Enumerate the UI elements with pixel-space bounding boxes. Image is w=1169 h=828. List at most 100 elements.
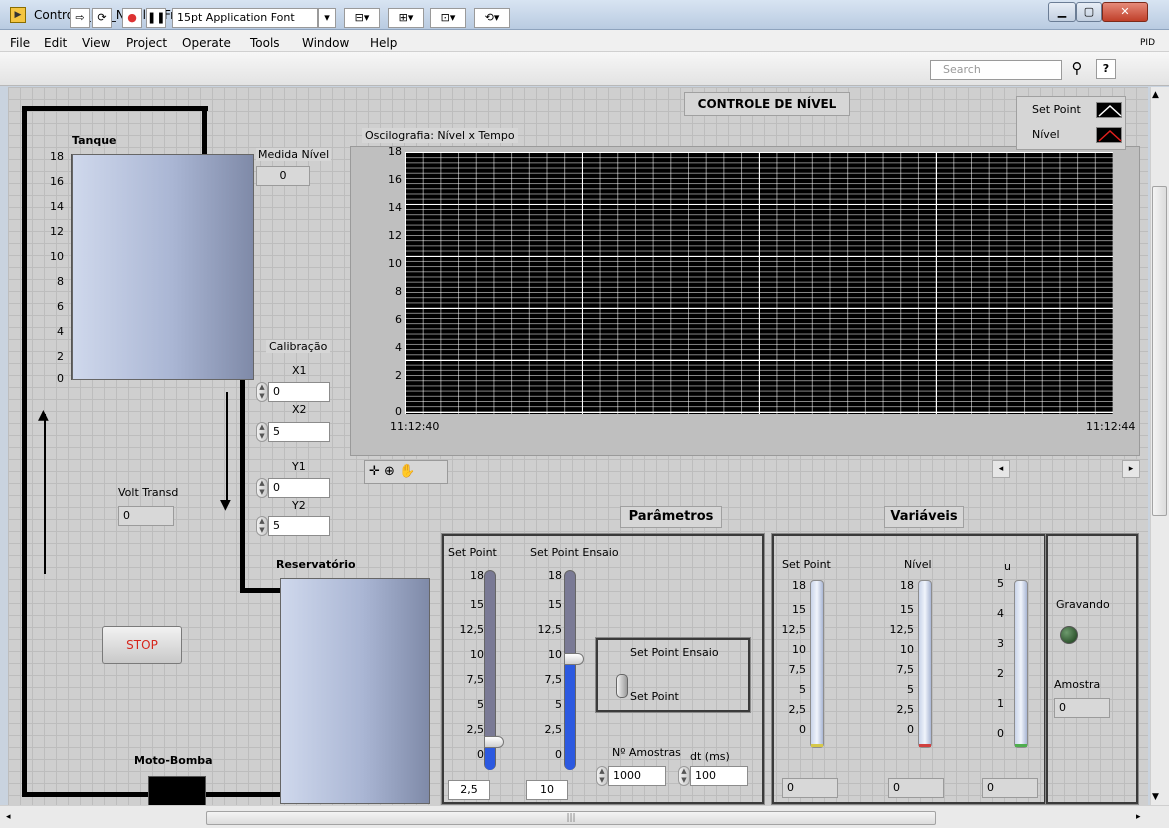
set-point-slider-thumb[interactable] [484, 736, 504, 748]
minimize-button[interactable]: ▁ [1048, 2, 1076, 22]
font-select[interactable]: 15pt Application Font [172, 8, 318, 28]
var-sp-scale: 18 15 12,5 10 7,5 5 2,5 0 [772, 578, 807, 738]
pipe-drain [240, 378, 245, 592]
abort-icon[interactable]: ● [122, 8, 142, 28]
zoom-tool-icon[interactable]: ⊕ [384, 464, 395, 479]
graph-scroll-left-icon[interactable]: ◂ [992, 460, 1010, 478]
graph-y-tick: 18 [388, 145, 402, 158]
scroll-up-icon[interactable]: ▲ [1152, 90, 1159, 100]
horizontal-scroll-thumb[interactable]: ||| [206, 811, 936, 825]
medida-nivel-label: Medida Nível [256, 148, 332, 161]
menu-window[interactable]: Window [302, 36, 349, 50]
scroll-left-icon[interactable]: ◂ [6, 812, 11, 822]
var-u-scale: 5 4 3 2 1 0 [976, 576, 1004, 742]
scale-tick: 12,5 [781, 623, 807, 636]
pid-label: PID [1140, 38, 1156, 48]
graph-y-tick: 4 [395, 341, 402, 354]
y2-increment-icon[interactable]: ▲ ▼ [256, 516, 268, 536]
distribute-objects-icon[interactable]: ⊞▾ [388, 8, 424, 28]
param-sp-scale: 18 15 12,5 10 7,5 5 2,5 0 [446, 568, 485, 763]
y2-label: Y2 [292, 499, 306, 512]
flow-down-arrow [226, 392, 228, 504]
tanque-tank [72, 154, 254, 380]
align-objects-icon[interactable]: ⊟▾ [344, 8, 380, 28]
scale-tick: 10 [900, 643, 914, 656]
amostras-input[interactable]: 1000 [608, 766, 666, 786]
scale-tick: 5 [997, 577, 1004, 590]
search-icon[interactable]: ⚲ [1066, 59, 1088, 81]
y1-label: Y1 [292, 460, 306, 473]
pipe-top [22, 106, 208, 111]
scale-tick: 15 [470, 598, 484, 611]
amostras-increment-icon[interactable]: ▲ ▼ [596, 766, 608, 786]
scroll-right-icon[interactable]: ▸ [1136, 812, 1141, 822]
help-icon[interactable]: ? [1096, 59, 1116, 79]
dt-increment-icon[interactable]: ▲ ▼ [678, 766, 690, 786]
y1-input[interactable]: 0 [268, 478, 330, 498]
pipe-drain-res [240, 588, 280, 593]
set-point-input[interactable]: 2,5 [448, 780, 490, 800]
menu-tools[interactable]: Tools [250, 36, 280, 50]
tanque-tick: 6 [57, 300, 64, 313]
y1-increment-icon[interactable]: ▲ ▼ [256, 478, 268, 498]
scale-tick: 12,5 [459, 623, 485, 636]
scale-tick: 15 [548, 598, 562, 611]
volt-transd-value: 0 [118, 506, 174, 526]
pause-icon[interactable]: ❚❚ [146, 8, 166, 28]
set-point-ensaio-slider-thumb[interactable] [564, 653, 584, 665]
graph-palette: ✛ ⊕ ✋ [364, 460, 448, 484]
set-point-ensaio-input[interactable]: 10 [526, 780, 568, 800]
resize-objects-icon[interactable]: ⊡▾ [430, 8, 466, 28]
graph-y-tick: 14 [388, 201, 402, 214]
scale-tick: 5 [907, 683, 914, 696]
page-title: CONTROLE DE NÍVEL [684, 92, 850, 116]
vertical-scroll-thumb[interactable] [1152, 186, 1167, 516]
var-nivel-scale: 18 15 12,5 10 7,5 5 2,5 0 [880, 578, 915, 738]
scale-tick: 7,5 [544, 673, 563, 686]
run-continuously-icon[interactable]: ⟳ [92, 8, 112, 28]
x2-increment-icon[interactable]: ▲ ▼ [256, 422, 268, 442]
set-point-ensaio-slider-fill [565, 659, 575, 770]
amostra-label: Amostra [1054, 678, 1101, 691]
x2-input[interactable]: 5 [268, 422, 330, 442]
scale-tick: 10 [792, 643, 806, 656]
menu-help[interactable]: Help [370, 36, 397, 50]
graph-x-start: 11:12:40 [390, 420, 440, 433]
pan-tool-icon[interactable]: ✋ [399, 464, 415, 479]
scroll-down-icon[interactable]: ▼ [1152, 792, 1159, 802]
var-nivel-level [919, 744, 931, 747]
menu-view[interactable]: View [82, 36, 110, 50]
labview-vi-icon: ▶ [10, 7, 26, 23]
gravando-frame [1045, 533, 1139, 805]
x1-input[interactable]: 0 [268, 382, 330, 402]
amostra-value: 0 [1054, 698, 1110, 718]
var-u-label: u [1004, 560, 1011, 573]
var-set-point-tube [810, 580, 824, 748]
y2-input[interactable]: 5 [268, 516, 330, 536]
stop-button[interactable]: STOP [102, 626, 182, 664]
close-button[interactable]: ✕ [1102, 2, 1148, 22]
reorder-icon[interactable]: ⟲▾ [474, 8, 510, 28]
tanque-scale-line [71, 154, 72, 380]
tanque-tick: 8 [57, 275, 64, 288]
graph-scroll-right-icon[interactable]: ▸ [1122, 460, 1140, 478]
tanque-tick: 18 [50, 150, 64, 163]
set-point-toggle-switch[interactable] [616, 674, 628, 698]
x1-increment-icon[interactable]: ▲ ▼ [256, 382, 268, 402]
menu-operate[interactable]: Operate [182, 36, 231, 50]
var-set-point-value: 0 [782, 778, 838, 798]
font-dropdown-icon[interactable]: ▾ [318, 8, 336, 28]
cursor-tool-icon[interactable]: ✛ [369, 464, 380, 479]
menu-edit[interactable]: Edit [44, 36, 67, 50]
moto-bomba-label: Moto-Bomba [134, 754, 213, 767]
search-input[interactable]: Search [930, 60, 1062, 80]
menu-project[interactable]: Project [126, 36, 167, 50]
scale-tick: 3 [997, 637, 1004, 650]
amostras-label: Nº Amostras [612, 746, 681, 759]
scale-tick: 0 [997, 727, 1004, 740]
run-icon[interactable]: ⇨ [70, 8, 90, 28]
scale-tick: 18 [792, 579, 806, 592]
dt-input[interactable]: 100 [690, 766, 748, 786]
menu-file[interactable]: File [10, 36, 30, 50]
maximize-button[interactable]: ▢ [1076, 2, 1102, 22]
